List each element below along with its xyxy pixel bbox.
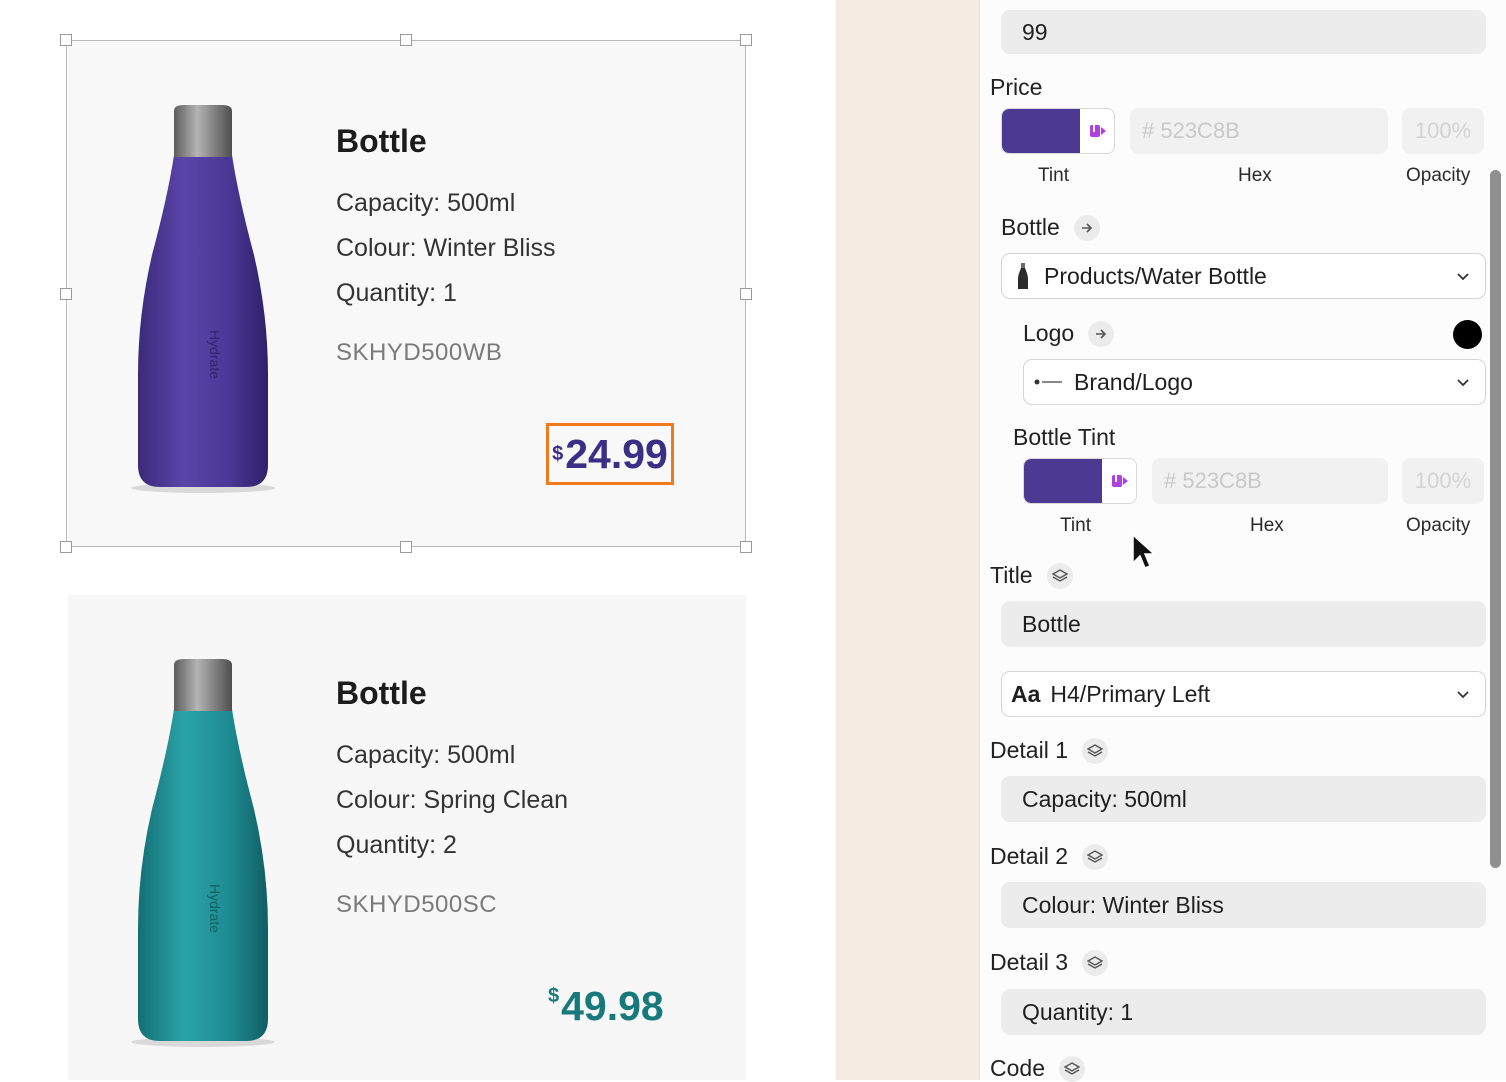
properties-panel: 99 Price # 523C8B 100% Tint Hex Opacity … — [980, 0, 1506, 1082]
resize-handle-middle-left[interactable] — [60, 288, 72, 300]
detail2-label-row: Detail 2 — [990, 843, 1108, 870]
card-title: Bottle — [336, 675, 427, 711]
price-opacity-input[interactable]: 100% — [1402, 108, 1484, 154]
card-code: SKHYD500WB — [336, 339, 503, 366]
bottle-image-purple: Hydrate — [131, 105, 275, 493]
code-label-row: Code — [990, 1055, 1085, 1082]
price-label: Price — [990, 74, 1043, 100]
canvas-background-strip — [836, 0, 979, 1080]
product-card-2[interactable]: Hydrate Bottle Capacity: 500ml Colour: S… — [68, 595, 746, 1080]
layers-icon[interactable] — [1081, 737, 1108, 764]
resize-handle-top-left[interactable] — [60, 34, 72, 46]
bottle-tint-swatch[interactable] — [1023, 458, 1137, 504]
detail3-label-row: Detail 3 — [990, 949, 1108, 976]
chevron-down-icon — [1457, 691, 1469, 699]
arrow-right-icon[interactable] — [1073, 214, 1100, 241]
card-price[interactable]: $49.98 — [548, 983, 664, 1030]
card-detail-1: Capacity: 500ml — [336, 741, 516, 769]
hex-label: Hex — [1250, 515, 1284, 536]
bottle-tint-color — [1024, 459, 1102, 503]
card-detail-2: Colour: Spring Clean — [336, 786, 569, 814]
panel-scrollbar[interactable] — [1490, 170, 1501, 868]
arrow-right-icon[interactable] — [1088, 320, 1115, 347]
mouse-cursor-icon — [1132, 533, 1156, 569]
card-price-selected[interactable]: $24.99 — [546, 423, 674, 485]
price-currency: $ — [548, 985, 560, 1007]
detail2-label: Detail 2 — [990, 843, 1068, 869]
bottle-dropdown-value: Products/Water Bottle — [1044, 262, 1267, 289]
opacity-label: Opacity — [1406, 165, 1471, 186]
layers-icon[interactable] — [1081, 843, 1108, 870]
detail3-text-field[interactable]: Quantity: 1 — [1001, 989, 1486, 1035]
chevron-down-icon — [1457, 273, 1469, 281]
bottle-label: Bottle — [1001, 214, 1060, 240]
text-style-value: H4/Primary Left — [1050, 680, 1211, 707]
chevron-down-icon — [1457, 379, 1469, 387]
top-number-field[interactable]: 99 — [1001, 10, 1486, 54]
resize-handle-middle-right[interactable] — [740, 288, 752, 300]
text-style-dropdown[interactable]: Aa H4/Primary Left — [1001, 671, 1486, 717]
bottle-brand-text-2: Hydrate — [207, 884, 223, 933]
price-tint-color — [1002, 109, 1080, 153]
detail3-label: Detail 3 — [990, 949, 1068, 975]
logo-color-dot[interactable] — [1453, 320, 1482, 349]
card-title: Bottle — [336, 123, 427, 159]
bottle-icon — [1018, 263, 1028, 289]
resize-handle-top-right[interactable] — [740, 34, 752, 46]
card-detail-3: Quantity: 2 — [336, 831, 457, 859]
bottle-component-dropdown[interactable]: Products/Water Bottle — [1001, 253, 1486, 299]
price-amount: 24.99 — [565, 430, 668, 477]
detail1-label-row: Detail 1 — [990, 737, 1108, 764]
logo-label: Logo — [1023, 320, 1075, 346]
logo-component-dropdown[interactable]: Brand/Logo — [1023, 359, 1486, 405]
code-label: Code — [990, 1055, 1045, 1081]
product-card-1[interactable]: Hydrate Bottle Capacity: 500ml Colour: W… — [68, 41, 746, 547]
tint-label: Tint — [1060, 515, 1091, 536]
bottle-tint-label: Bottle Tint — [1013, 424, 1116, 450]
price-tint-swatch[interactable] — [1001, 108, 1115, 154]
title-label: Title — [990, 562, 1033, 588]
design-canvas[interactable]: Hydrate Bottle Capacity: 500ml Colour: W… — [0, 0, 836, 1080]
detail1-label: Detail 1 — [990, 737, 1068, 763]
price-hex-input[interactable]: # 523C8B — [1130, 108, 1388, 154]
opacity-label: Opacity — [1406, 515, 1471, 536]
price-currency: $ — [552, 442, 564, 465]
card-detail-2: Colour: Winter Bliss — [336, 234, 556, 262]
bottle-image-teal: Hydrate — [131, 659, 275, 1047]
layers-icon[interactable] — [1058, 1055, 1085, 1082]
title-label-row: Title — [990, 562, 1073, 589]
logo-dropdown-value: Brand/Logo — [1074, 368, 1193, 395]
bottle-label-row: Bottle — [1001, 214, 1100, 241]
text-style-icon: Aa — [1011, 680, 1041, 707]
logo-label-row: Logo — [1023, 320, 1115, 347]
card-detail-3: Quantity: 1 — [336, 279, 457, 307]
detail2-text-field[interactable]: Colour: Winter Bliss — [1001, 882, 1486, 928]
tint-icon — [1112, 475, 1128, 487]
layers-icon[interactable] — [1046, 562, 1073, 589]
card-code: SKHYD500SC — [336, 891, 498, 918]
tint-icon — [1090, 125, 1106, 137]
price-amount: 49.98 — [561, 983, 664, 1029]
resize-handle-top-center[interactable] — [400, 34, 412, 46]
tint-label: Tint — [1038, 165, 1069, 186]
bottle-tint-opacity-input[interactable]: 100% — [1402, 458, 1484, 504]
resize-handle-bottom-center[interactable] — [400, 541, 412, 553]
layers-icon[interactable] — [1081, 949, 1108, 976]
bottle-brand-text-1: Hydrate — [207, 330, 223, 379]
hex-label: Hex — [1238, 165, 1272, 186]
detail1-text-field[interactable]: Capacity: 500ml — [1001, 776, 1486, 822]
bottle-tint-hex-input[interactable]: # 523C8B — [1152, 458, 1388, 504]
title-text-field[interactable]: Bottle — [1001, 601, 1486, 647]
resize-handle-bottom-left[interactable] — [60, 541, 72, 553]
resize-handle-bottom-right[interactable] — [740, 541, 752, 553]
card-detail-1: Capacity: 500ml — [336, 189, 516, 217]
logo-thumbnail-icon — [1034, 379, 1062, 385]
